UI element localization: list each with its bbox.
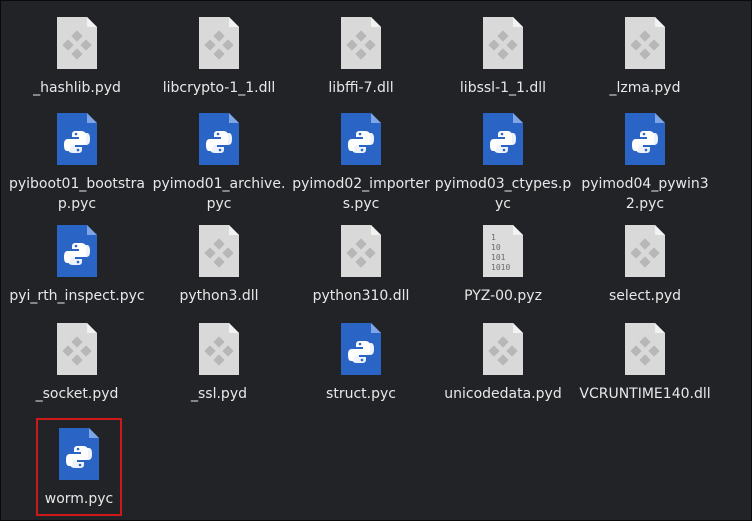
file-item[interactable]: python3.dll <box>148 223 290 306</box>
file-item[interactable]: pyiboot01_bootstrap.pyc <box>6 111 148 214</box>
file-name: unicodedata.pyd <box>444 386 562 402</box>
binary-icon-text: 101 <box>491 253 506 262</box>
file-item[interactable]: unicodedata.pyd <box>432 321 574 404</box>
file-name: pyimod04_pywin32.pyc <box>581 176 709 212</box>
file-item[interactable]: select.pyd <box>574 223 716 306</box>
file-item[interactable]: libcrypto-1_1.dll <box>148 15 290 98</box>
python-file-icon <box>55 426 103 482</box>
file-item[interactable]: struct.pyc <box>290 321 432 404</box>
file-name: _hashlib.pyd <box>33 80 121 96</box>
file-name: _lzma.pyd <box>609 80 681 96</box>
file-item[interactable]: pyimod02_importers.pyc <box>290 111 432 214</box>
dll-gear-icon <box>479 15 527 71</box>
file-name: PYZ-00.pyz <box>464 288 542 304</box>
file-item[interactable]: pyi_rth_inspect.pyc <box>6 223 148 306</box>
dll-gear-icon <box>195 321 243 377</box>
file-name: python310.dll <box>312 288 410 304</box>
python-file-icon <box>337 321 385 377</box>
python-file-icon <box>621 111 669 167</box>
python-file-icon <box>53 111 101 167</box>
file-name: libffi-7.dll <box>328 80 394 96</box>
python-file-icon <box>479 111 527 167</box>
file-browser-grid: _hashlib.pyd libcrypto-1_1.dll libffi-7.dl… <box>0 0 752 521</box>
file-item[interactable]: _socket.pyd <box>6 321 148 404</box>
file-name: pyiboot01_bootstrap.pyc <box>8 176 145 212</box>
file-name: VCRUNTIME140.dll <box>579 386 711 402</box>
file-item[interactable]: worm.pyc <box>36 418 122 516</box>
dll-gear-icon <box>621 223 669 279</box>
dll-gear-icon <box>53 15 101 71</box>
file-item[interactable]: VCRUNTIME140.dll <box>574 321 716 404</box>
file-item[interactable]: _hashlib.pyd <box>6 15 148 98</box>
file-name: pyimod03_ctypes.pyc <box>434 176 572 212</box>
file-item[interactable]: _lzma.pyd <box>574 15 716 98</box>
binary-icon-text: 1 <box>491 233 496 242</box>
dll-gear-icon <box>479 321 527 377</box>
file-item[interactable]: 1 10 101 1010 PYZ-00.pyz <box>432 223 574 306</box>
file-name: struct.pyc <box>326 386 396 402</box>
file-name: libcrypto-1_1.dll <box>162 80 276 96</box>
dll-gear-icon <box>337 15 385 71</box>
dll-gear-icon <box>621 321 669 377</box>
file-item[interactable]: libssl-1_1.dll <box>432 15 574 98</box>
file-name: libssl-1_1.dll <box>459 80 547 96</box>
file-name: pyi_rth_inspect.pyc <box>9 288 145 304</box>
file-item[interactable]: pyimod04_pywin32.pyc <box>574 111 716 214</box>
file-name: python3.dll <box>179 288 259 304</box>
file-item[interactable]: libffi-7.dll <box>290 15 432 98</box>
binary-file-icon: 1 10 101 1010 <box>479 223 527 279</box>
file-name: select.pyd <box>608 288 682 304</box>
python-file-icon <box>195 111 243 167</box>
binary-icon-text: 10 <box>491 243 501 252</box>
file-name: worm.pyc <box>44 491 114 507</box>
file-name: pyimod02_importers.pyc <box>292 176 430 212</box>
dll-gear-icon <box>621 15 669 71</box>
dll-gear-icon <box>53 321 101 377</box>
file-item[interactable]: pyimod03_ctypes.pyc <box>432 111 574 214</box>
dll-gear-icon <box>195 15 243 71</box>
file-item[interactable]: _ssl.pyd <box>148 321 290 404</box>
file-item[interactable]: python310.dll <box>290 223 432 306</box>
file-name: _socket.pyd <box>35 386 119 402</box>
file-name: pyimod01_archive.pyc <box>152 176 286 212</box>
dll-gear-icon <box>337 223 385 279</box>
python-file-icon <box>53 223 101 279</box>
dll-gear-icon <box>195 223 243 279</box>
binary-icon-text: 1010 <box>491 263 510 272</box>
python-file-icon <box>337 111 385 167</box>
file-name: _ssl.pyd <box>191 386 247 402</box>
file-item[interactable]: pyimod01_archive.pyc <box>148 111 290 214</box>
